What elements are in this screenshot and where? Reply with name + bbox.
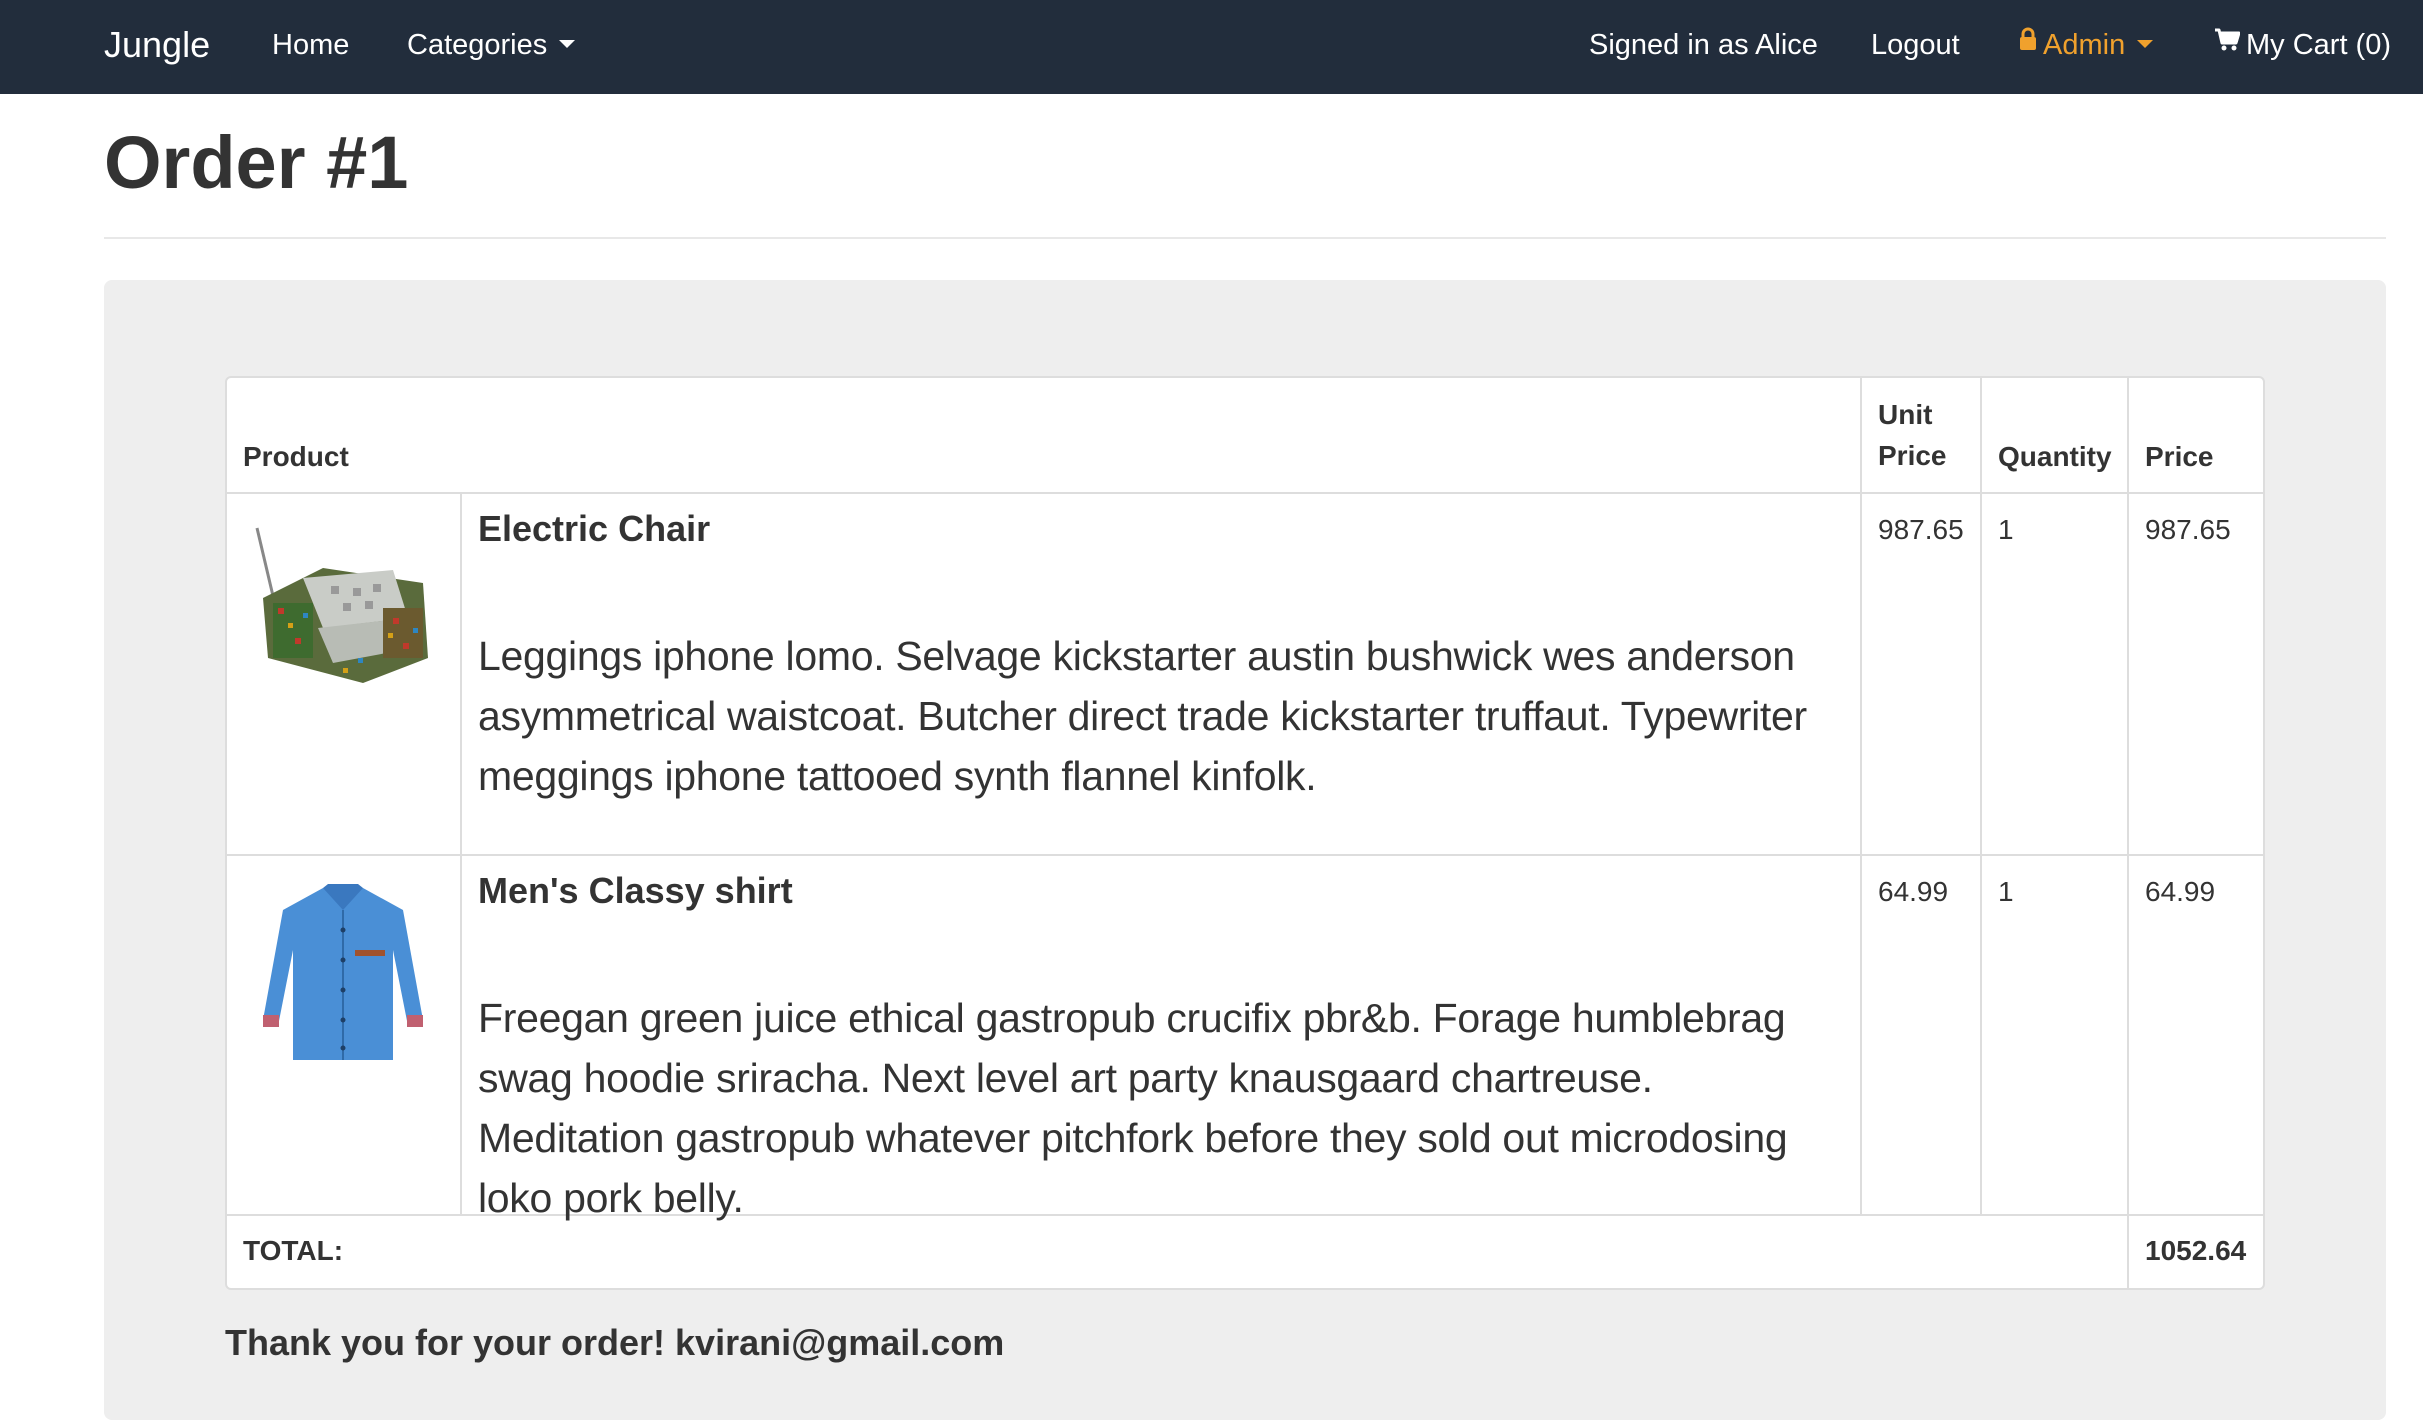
price-cell: 987.65 bbox=[2145, 514, 2231, 545]
row-divider bbox=[227, 492, 2263, 494]
chevron-down-icon bbox=[2137, 40, 2154, 49]
navbar: Jungle Home Categories Signed in as Alic… bbox=[0, 0, 2423, 94]
page-title: Order #1 bbox=[104, 121, 409, 204]
unit-price-cell: 987.65 bbox=[1878, 514, 1964, 545]
product-image-electric-chair bbox=[243, 508, 443, 708]
unit-price-cell: 64.99 bbox=[1878, 876, 1949, 907]
product-description: Leggings iphone lomo. Selvage kickstarte… bbox=[478, 633, 1807, 799]
header-divider bbox=[104, 237, 2386, 239]
product-description: Freegan green juice ethical gastropub cr… bbox=[478, 995, 1788, 1221]
order-table: Product Unit Price Quantity Price Electr… bbox=[225, 376, 2265, 1290]
signed-in-text: Signed in as Alice bbox=[1589, 29, 1818, 61]
chevron-down-icon bbox=[559, 40, 576, 49]
product-image-mens-shirt bbox=[243, 870, 443, 1070]
cart-label: My Cart (0) bbox=[2246, 29, 2391, 61]
cart-link[interactable]: My Cart (0) bbox=[2214, 0, 2391, 94]
header-quantity: Quantity bbox=[1998, 441, 2112, 472]
header-unit-price-line1: Unit bbox=[1878, 399, 1933, 430]
header-unit-price: Unit Price bbox=[1878, 394, 1947, 476]
header-price: Price bbox=[2145, 441, 2214, 472]
price-cell: 64.99 bbox=[2145, 876, 2216, 907]
header-product: Product bbox=[243, 441, 349, 472]
nav-admin-label: Admin bbox=[2043, 29, 2126, 61]
total-value: 1052.64 bbox=[2145, 1235, 2247, 1266]
shopping-cart-icon bbox=[2214, 0, 2241, 88]
product-name: Electric Chair bbox=[478, 508, 711, 549]
thank-you-message: Thank you for your order! kvirani@gmail.… bbox=[225, 1322, 1005, 1363]
lock-icon bbox=[2019, 0, 2037, 87]
quantity-cell: 1 bbox=[1998, 876, 2014, 907]
logout-link[interactable]: Logout bbox=[1871, 0, 1960, 94]
column-divider bbox=[460, 492, 462, 1214]
quantity-cell: 1 bbox=[1998, 514, 2014, 545]
column-divider bbox=[1860, 378, 1862, 1214]
nav-home-link[interactable]: Home bbox=[272, 0, 349, 94]
header-unit-price-line2: Price bbox=[1878, 440, 1947, 471]
nav-admin-dropdown[interactable]: Admin bbox=[2019, 0, 2154, 94]
nav-categories-label: Categories bbox=[407, 29, 548, 61]
product-name: Men's Classy shirt bbox=[478, 870, 793, 911]
row-divider bbox=[227, 854, 2263, 856]
column-divider bbox=[2127, 378, 2129, 1288]
total-label: TOTAL: bbox=[243, 1235, 344, 1266]
nav-categories-dropdown[interactable]: Categories bbox=[407, 0, 576, 94]
column-divider bbox=[1980, 378, 1982, 1214]
brand-link[interactable]: Jungle bbox=[104, 0, 210, 94]
